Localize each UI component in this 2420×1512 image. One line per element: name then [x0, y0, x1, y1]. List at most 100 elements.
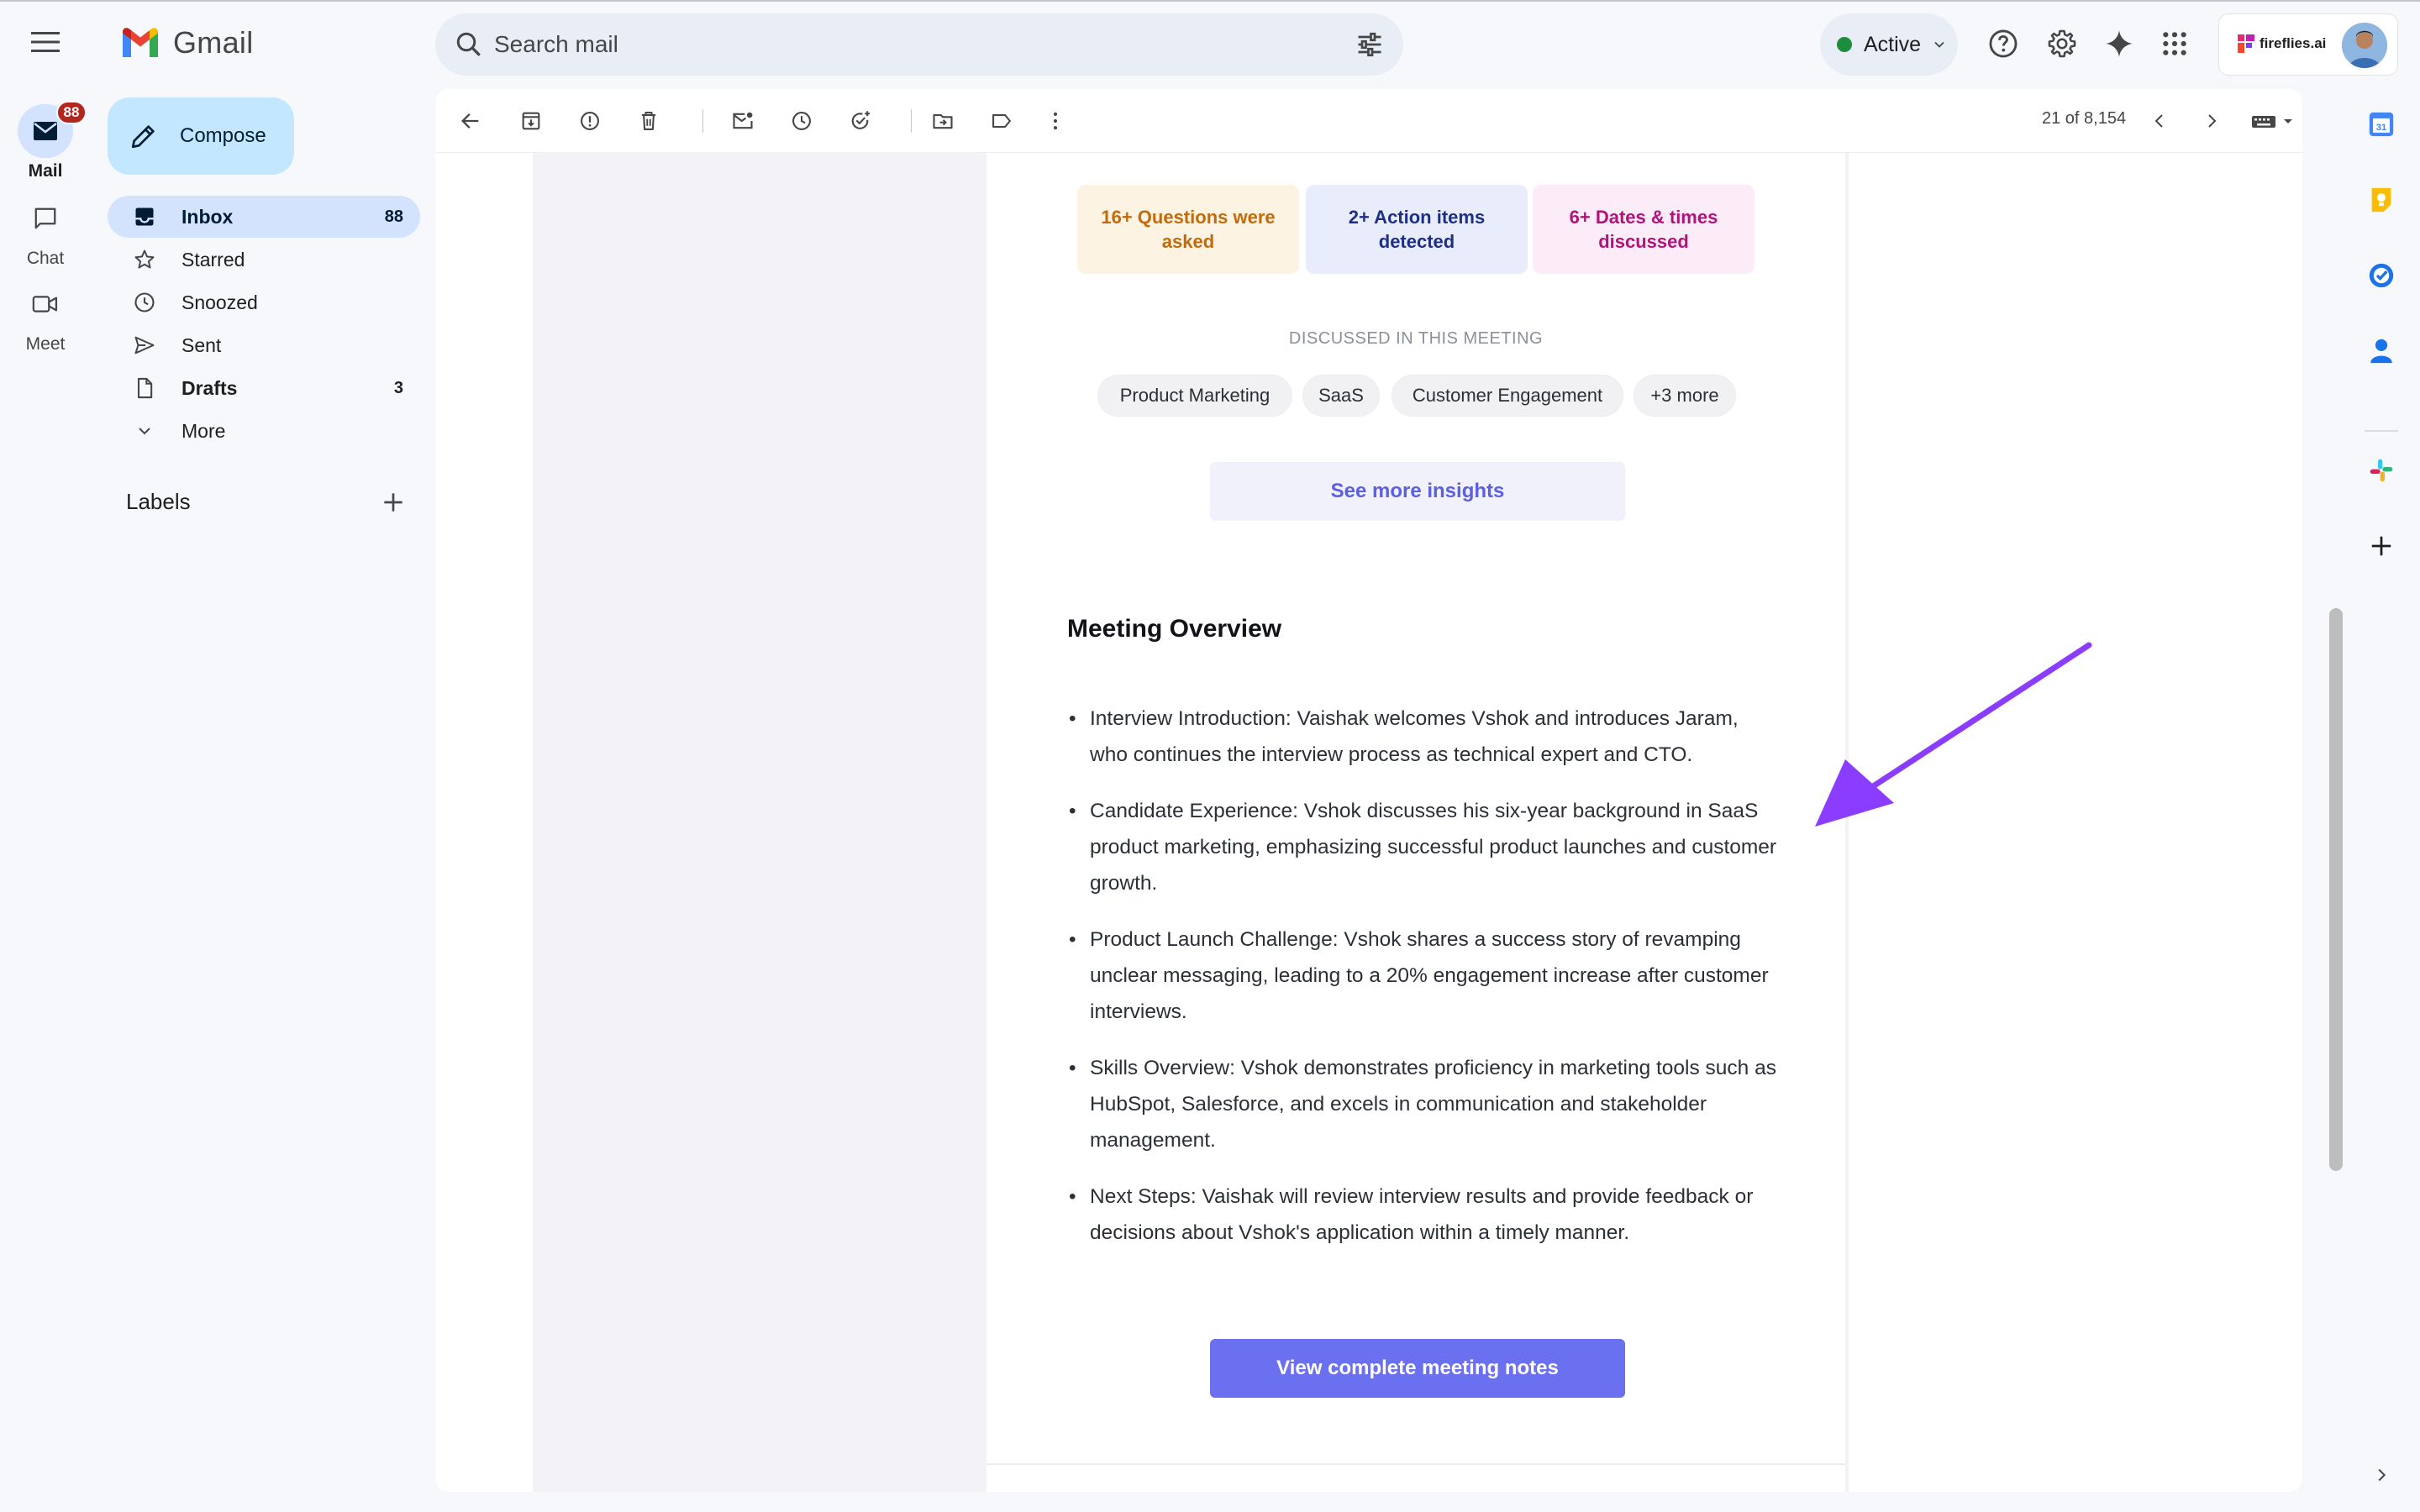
plus-icon — [380, 489, 407, 516]
chevron-right-icon — [2372, 1466, 2391, 1484]
main-menu-button[interactable] — [22, 18, 69, 66]
label-button[interactable] — [986, 106, 1017, 136]
snooze-button[interactable] — [786, 106, 817, 136]
nav-item-starred[interactable]: Starred — [108, 239, 420, 281]
message-toolbar: 21 of 8,154 — [435, 89, 2302, 153]
support-button[interactable] — [1981, 22, 2025, 66]
more-actions-button[interactable] — [1040, 106, 1071, 136]
input-tools-button[interactable] — [2249, 106, 2299, 136]
star-icon — [131, 246, 158, 273]
add-to-tasks-button[interactable] — [845, 106, 876, 136]
annotation-arrow-icon — [1807, 640, 2092, 833]
delete-button[interactable] — [634, 106, 664, 136]
list-item: Candidate Experience: Vshok discusses hi… — [1067, 793, 1781, 901]
show-side-panel-button[interactable] — [2365, 1458, 2398, 1492]
clock-icon — [790, 109, 813, 133]
keep-note-icon — [2369, 186, 2394, 214]
meeting-overview-list: Interview Introduction: Vaishak welcomes… — [1067, 701, 1781, 1271]
nav-item-more[interactable]: More — [108, 410, 420, 452]
nav-item-label: Inbox — [182, 205, 234, 228]
contacts-person-icon — [2369, 337, 2394, 365]
contacts-button[interactable] — [2365, 334, 2398, 368]
view-meeting-notes-button[interactable]: View complete meeting notes — [1210, 1339, 1625, 1398]
back-button[interactable] — [455, 106, 486, 136]
toolbar-divider — [702, 109, 703, 133]
report-spam-button[interactable] — [575, 106, 605, 136]
see-more-insights-button[interactable]: See more insights — [1210, 462, 1625, 521]
gemini-button[interactable] — [2097, 22, 2141, 66]
svg-text:31: 31 — [2376, 123, 2387, 133]
toolbar-divider — [911, 109, 912, 133]
slack-addon-button[interactable] — [2365, 454, 2398, 487]
account-switcher[interactable]: fireflies.ai — [2218, 13, 2398, 76]
slack-icon — [2368, 457, 2395, 484]
newer-button[interactable] — [2144, 106, 2175, 136]
video-camera-icon — [32, 293, 59, 315]
mark-unread-icon — [731, 109, 755, 133]
rail-meet[interactable]: Meet — [0, 277, 91, 354]
older-button[interactable] — [2196, 106, 2227, 136]
list-item: Product Launch Challenge: Vshok shares a… — [1067, 921, 1781, 1030]
nav-item-inbox[interactable]: Inbox 88 — [108, 196, 420, 238]
nav-item-drafts[interactable]: Drafts 3 — [108, 367, 420, 409]
mail-unread-badge: 88 — [56, 101, 87, 124]
nav-item-label: Starred — [182, 248, 245, 270]
fireflies-icon — [2238, 34, 2254, 53]
spam-icon — [578, 109, 602, 133]
apps-button[interactable] — [2153, 22, 2196, 66]
rail-mail[interactable]: 88 Mail — [0, 101, 91, 181]
gmail-logo[interactable]: Gmail — [119, 25, 254, 60]
inbox-count: 88 — [384, 207, 403, 226]
add-task-icon — [849, 109, 872, 133]
more-vert-icon — [1044, 109, 1067, 133]
mark-unread-button[interactable] — [728, 106, 758, 136]
pagination-text: 21 of 8,154 — [2042, 109, 2127, 128]
calendar-button[interactable]: 31 — [2365, 108, 2398, 141]
nav-item-snoozed[interactable]: Snoozed — [108, 281, 420, 323]
search-input[interactable] — [494, 13, 1250, 76]
nav-item-label: Drafts — [182, 376, 238, 399]
fireflies-logo: fireflies.ai — [2238, 34, 2326, 53]
top-bar: Gmail Active — [0, 2, 2420, 89]
settings-button[interactable] — [2040, 22, 2084, 66]
metric-questions: 16+ Questions were asked — [1077, 185, 1299, 274]
gmail-m-icon — [119, 27, 161, 59]
topic-chip[interactable]: Customer Engagement — [1392, 375, 1623, 417]
label-tag-icon — [990, 109, 1013, 133]
avatar[interactable] — [2342, 23, 2387, 68]
compose-button[interactable]: Compose — [108, 97, 294, 175]
inbox-icon — [131, 203, 158, 230]
scrollbar-thumb[interactable] — [2329, 608, 2343, 1171]
get-addons-button[interactable] — [2365, 529, 2398, 563]
tasks-button[interactable] — [2365, 259, 2398, 292]
mail-icon — [33, 121, 58, 141]
hamburger-icon — [31, 31, 60, 53]
search-icon[interactable] — [454, 29, 484, 60]
search-bar[interactable] — [435, 13, 1403, 76]
pencil-icon — [129, 122, 158, 150]
archive-icon — [519, 109, 543, 133]
sparkle-icon — [2103, 28, 2135, 60]
fireflies-wordmark: fireflies.ai — [2260, 35, 2327, 51]
more-topics-chip[interactable]: +3 more — [1634, 375, 1736, 417]
move-to-button[interactable] — [928, 106, 958, 136]
trash-icon — [637, 109, 660, 133]
move-folder-icon — [931, 109, 955, 133]
status-selector[interactable]: Active — [1820, 13, 1958, 76]
compose-label: Compose — [180, 124, 266, 147]
topic-chip[interactable]: SaaS — [1302, 375, 1380, 417]
topic-chip[interactable]: Product Marketing — [1097, 375, 1292, 417]
send-icon — [131, 332, 158, 359]
labels-heading: Labels — [126, 489, 191, 514]
nav-item-sent[interactable]: Sent — [108, 324, 420, 366]
tasks-check-icon — [2367, 261, 2396, 290]
rail-chat[interactable]: Chat — [0, 192, 91, 269]
archive-button[interactable] — [516, 106, 546, 136]
rail-mail-icon-wrap: 88 — [18, 101, 87, 158]
keep-button[interactable] — [2365, 183, 2398, 217]
rail-meet-icon-wrap — [18, 277, 73, 331]
create-label-button[interactable] — [380, 489, 407, 516]
list-item: Skills Overview: Vshok demonstrates prof… — [1067, 1050, 1781, 1158]
search-options-icon[interactable] — [1355, 29, 1385, 60]
calendar-icon: 31 — [2367, 110, 2396, 139]
